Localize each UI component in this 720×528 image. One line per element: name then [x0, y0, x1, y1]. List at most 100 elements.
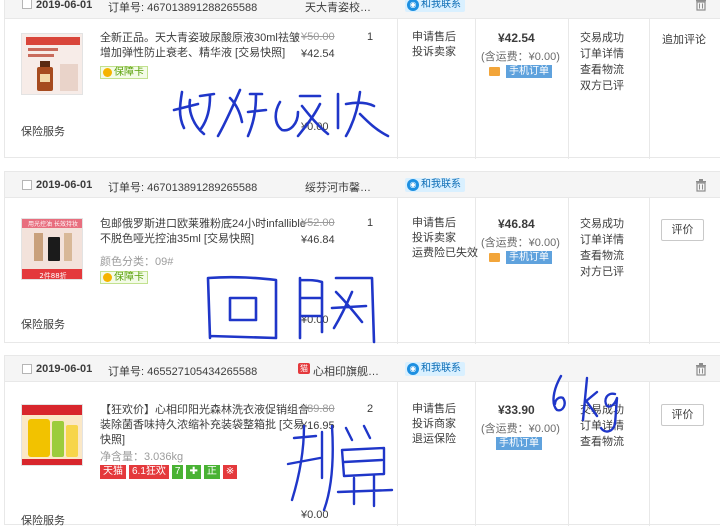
review-button[interactable]: 评价	[661, 219, 704, 241]
order-status: 交易成功 订单详情 查看物流	[580, 402, 624, 450]
insurance-service-label: 保险服务	[21, 126, 65, 138]
return-insurance-link[interactable]: 退运保险	[412, 432, 456, 447]
trash-icon[interactable]	[694, 178, 708, 192]
shop-name[interactable]: 绥芬河市馨…	[305, 179, 371, 195]
product-thumbnail[interactable]	[21, 33, 83, 95]
trash-icon[interactable]	[694, 362, 708, 376]
product-title[interactable]: 全新正品。天大青姿玻尿酸原液30ml祛皱增加弹性防止衰老、精华液 [交易快照]	[100, 31, 310, 61]
chat-icon: ◉	[407, 179, 419, 191]
contact-label: 和我联系	[421, 0, 461, 10]
promo-tags: 天猫 6.1狂欢 7 ✚ 正 ※	[100, 465, 240, 479]
contact-seller-button[interactable]: ◉ 和我联系	[405, 0, 465, 12]
apply-after-sale-link[interactable]: 申请售后	[412, 216, 478, 231]
promo-tag: ※	[222, 465, 238, 479]
status-text: 交易成功	[580, 404, 624, 416]
unit-price: ¥46.84	[301, 234, 335, 246]
promo-tag: 正	[203, 465, 220, 479]
order-header: 2019-06-01 订单号: 465527105434265588 猫 心相印…	[5, 356, 720, 382]
complain-seller-link[interactable]: 投诉商家	[412, 417, 456, 432]
review-status: 对方已评	[580, 266, 624, 278]
coupon-icon	[489, 67, 500, 76]
order-date: 2019-06-01	[36, 0, 93, 11]
product-variant: 颜色分类：09#	[100, 256, 174, 268]
order-status: 交易成功 订单详情 查看物流 对方已评	[580, 216, 624, 280]
quantity: 1	[367, 31, 374, 43]
order-checkbox[interactable]	[22, 180, 32, 190]
quantity: 1	[367, 217, 374, 229]
review-status: 双方已评	[580, 80, 624, 92]
thumb-text-top: 用光控油 长效持妆	[28, 220, 78, 228]
shipping-fee: (含运费：¥0.00)	[481, 51, 560, 63]
product-thumbnail[interactable]: 用光控油 长效持妆 2件88折	[21, 218, 83, 280]
insurance-service-label: 保险服务	[21, 515, 65, 527]
apply-after-sale-link[interactable]: 申请售后	[412, 402, 456, 417]
guarantee-badge[interactable]: 保障卡	[100, 66, 148, 79]
mobile-order-badge: 手机订单	[506, 65, 552, 78]
original-price: ¥52.00	[301, 217, 335, 229]
order-details-link[interactable]: 订单详情	[580, 232, 624, 248]
order-number: 订单号: 467013891289265588	[108, 182, 258, 194]
status-text: 交易成功	[580, 32, 624, 44]
complain-seller-link[interactable]: 投诉卖家	[412, 231, 478, 246]
unit-price: ¥42.54	[301, 48, 335, 60]
order-checkbox[interactable]	[22, 0, 32, 9]
chat-icon: ◉	[407, 0, 419, 11]
after-sale-links: 申请售后 投诉卖家 运费险已失效	[412, 216, 478, 261]
promo-tag: 天猫	[100, 465, 126, 479]
tmall-shop-icon: 猫	[298, 363, 310, 374]
promo-tag: 6.1狂欢	[129, 465, 169, 479]
shipping-fee: (含运费：¥0.00)	[481, 237, 560, 249]
insurance-service-label: 保险服务	[21, 319, 65, 331]
product-title[interactable]: 【狂欢价】心相印阳光森林洗衣液促销组合装除菌香味持久浓缩补充装袋整箱批 [交易快…	[100, 403, 310, 448]
product-variant: 净含量：3.036kg	[100, 451, 184, 463]
promo-tag: ✚	[186, 465, 201, 479]
order-body: 用光控油 长效持妆 2件88折 包邮俄罗斯进口欧莱雅粉底24小时infallib…	[5, 198, 720, 344]
shipping-fee: (含运费：¥0.00)	[481, 423, 560, 435]
freight-insurance-status: 运费险已失效	[412, 247, 478, 259]
mobile-order-badge: 手机订单	[506, 251, 552, 264]
chat-icon: ◉	[407, 363, 419, 375]
view-logistics-link[interactable]: 查看物流	[580, 62, 624, 78]
product-thumbnail[interactable]	[21, 404, 83, 466]
after-sale-links: 申请售后 投诉商家 退运保险	[412, 402, 456, 447]
order-total: ¥46.84	[498, 217, 535, 231]
product-title[interactable]: 包邮俄罗斯进口欧莱雅粉底24小时infallible不脱色哑光控油35ml [交…	[100, 217, 310, 247]
original-price: ¥89.80	[301, 403, 335, 415]
unit-price: ¥16.95	[301, 420, 335, 432]
trash-icon[interactable]	[694, 0, 708, 11]
thumb-text-bottom: 2件88折	[39, 271, 66, 280]
order-details-link[interactable]: 订单详情	[580, 418, 624, 434]
order-card-1: 2019-06-01 订单号: 467013891288265588 天大青姿校…	[4, 0, 720, 159]
mobile-order-badge: 手机订单	[496, 437, 542, 450]
promo-tag: 7	[171, 465, 184, 479]
review-button[interactable]: 评价	[661, 404, 704, 426]
contact-seller-button[interactable]: ◉ 和我联系	[405, 178, 465, 192]
view-logistics-link[interactable]: 查看物流	[580, 434, 624, 450]
order-total: ¥33.90	[498, 403, 535, 417]
contact-label: 和我联系	[421, 179, 461, 190]
order-date: 2019-06-01	[36, 179, 93, 191]
order-details-link[interactable]: 订单详情	[580, 46, 624, 62]
order-card-2: 2019-06-01 订单号: 467013891289265588 绥芬河市馨…	[4, 171, 720, 344]
guarantee-badge[interactable]: 保障卡	[100, 271, 148, 284]
shop-name[interactable]: 心相印旗舰…	[313, 363, 379, 379]
quantity: 2	[367, 403, 374, 415]
order-date: 2019-06-01	[36, 363, 93, 375]
insurance-price: ¥0.00	[301, 314, 329, 326]
order-status: 交易成功 订单详情 查看物流 双方已评	[580, 30, 624, 94]
order-header: 2019-06-01 订单号: 467013891289265588 绥芬河市馨…	[5, 172, 720, 198]
status-text: 交易成功	[580, 218, 624, 230]
add-review-link[interactable]: 追加评论	[662, 31, 706, 47]
order-checkbox[interactable]	[22, 364, 32, 374]
view-logistics-link[interactable]: 查看物流	[580, 248, 624, 264]
apply-after-sale-link[interactable]: 申请售后	[412, 30, 456, 45]
insurance-price: ¥0.00	[301, 509, 329, 521]
shop-name[interactable]: 天大青姿校…	[305, 0, 371, 15]
contact-seller-button[interactable]: ◉ 和我联系	[405, 362, 465, 376]
order-body: 全新正品。天大青姿玻尿酸原液30ml祛皱增加弹性防止衰老、精华液 [交易快照] …	[5, 19, 720, 159]
order-body: 【狂欢价】心相印阳光森林洗衣液促销组合装除菌香味持久浓缩补充装袋整箱批 [交易快…	[5, 382, 720, 527]
coupon-icon	[489, 253, 500, 262]
order-header: 2019-06-01 订单号: 467013891288265588 天大青姿校…	[5, 0, 720, 19]
order-card-3: 2019-06-01 订单号: 465527105434265588 猫 心相印…	[4, 355, 720, 527]
complain-seller-link[interactable]: 投诉卖家	[412, 45, 456, 60]
